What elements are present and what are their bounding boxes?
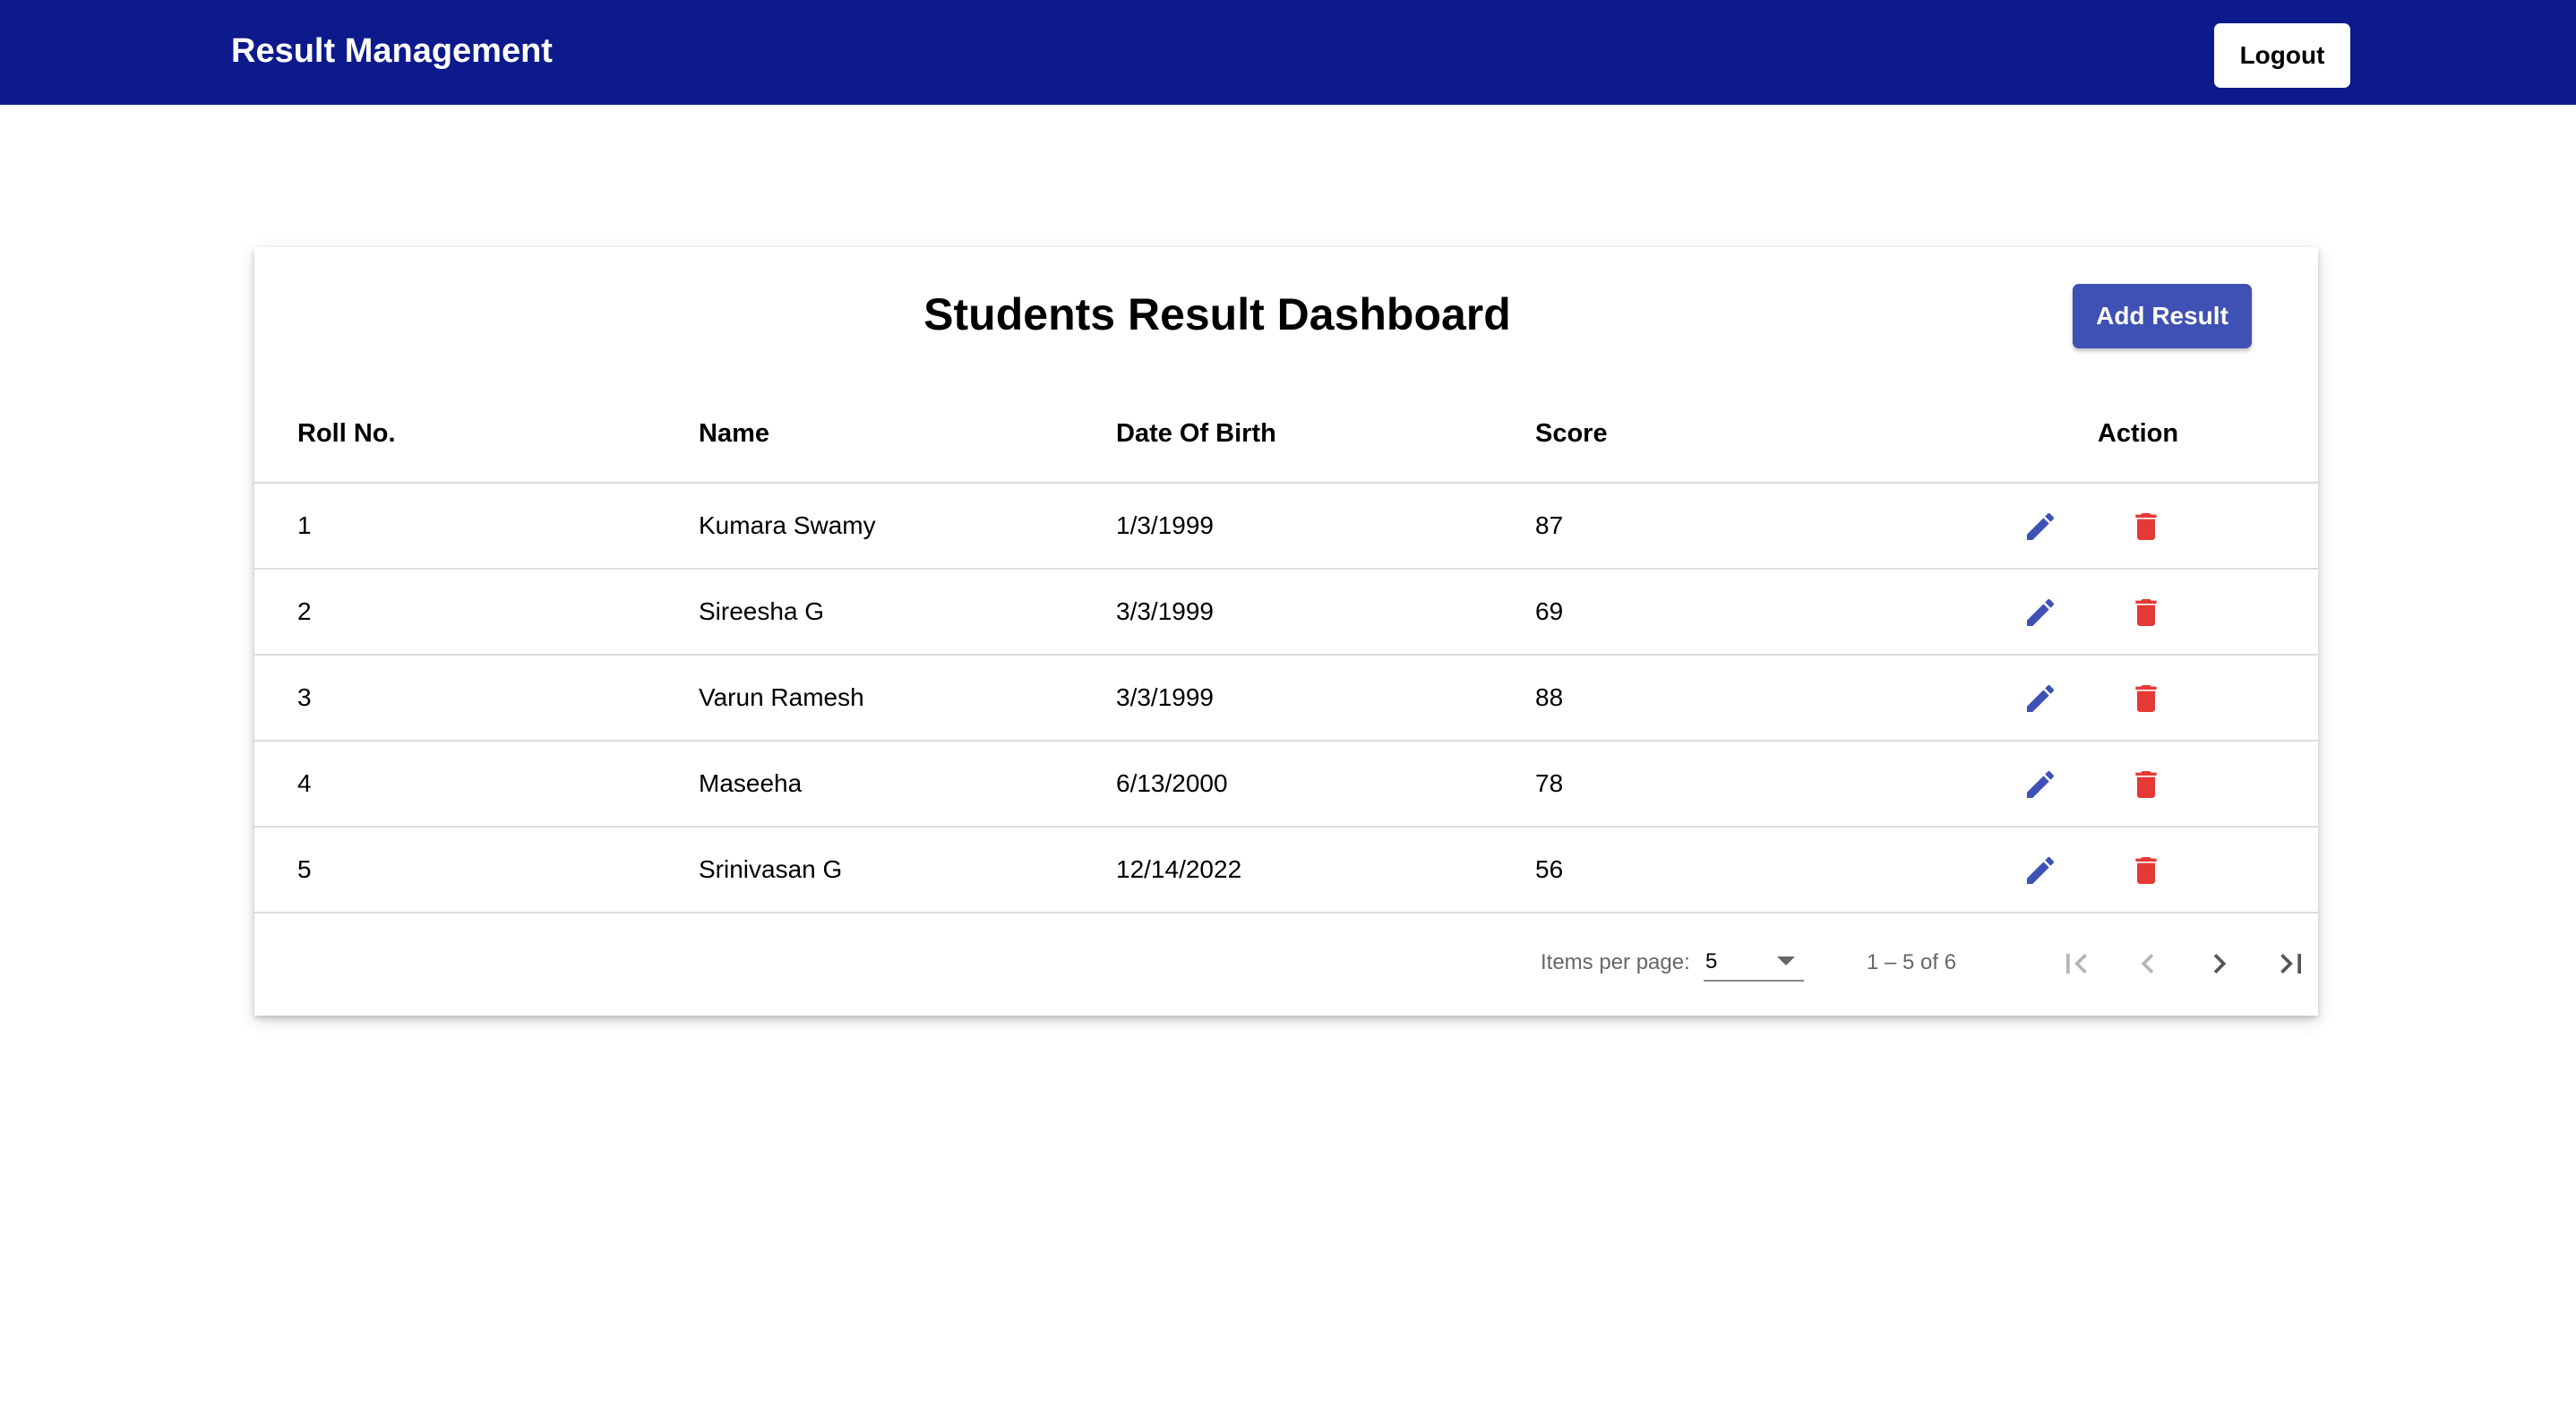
table-header-row: Roll No. Name Date Of Birth Score Action [254, 383, 2318, 484]
trash-icon [2135, 685, 2157, 712]
cell-roll: 4 [297, 769, 312, 797]
dropdown-arrow-icon [1777, 956, 1795, 965]
pencil-icon [2027, 684, 2055, 712]
trash-icon [2135, 857, 2157, 884]
delete-button[interactable] [2121, 502, 2171, 552]
edit-button[interactable] [2015, 759, 2065, 810]
logout-button[interactable]: Logout [2214, 23, 2350, 88]
page-title: Students Result Dashboard [923, 289, 1511, 339]
delete-button[interactable] [2121, 759, 2171, 810]
cell-name: Maseeha [699, 769, 803, 797]
top-app-bar: Result Management Logout [0, 0, 2576, 105]
table-row: 5 Srinivasan G 12/14/2022 56 [254, 828, 2318, 914]
previous-page-button[interactable] [2123, 939, 2173, 989]
table-row: 2 Sireesha G 3/3/1999 69 [254, 570, 2318, 656]
cell-roll: 3 [297, 683, 312, 711]
table-row: 3 Varun Ramesh 3/3/1999 88 [254, 656, 2318, 742]
pencil-icon [2027, 770, 2055, 798]
pencil-icon [2027, 512, 2055, 540]
delete-button[interactable] [2121, 673, 2171, 724]
cell-roll: 5 [297, 855, 312, 883]
items-per-page-select[interactable]: 5 [1704, 944, 1804, 982]
cell-roll: 2 [297, 597, 312, 625]
edit-button[interactable] [2015, 588, 2065, 638]
card-header: Students Result Dashboard Add Result [254, 247, 2318, 383]
items-per-page-label: Items per page: [1541, 950, 1690, 974]
cell-name: Kumara Swamy [699, 511, 876, 539]
chevron-right-icon [2213, 954, 2227, 974]
cell-dob: 6/13/2000 [1116, 769, 1228, 797]
column-header-name: Name [699, 419, 769, 448]
cell-dob: 12/14/2022 [1116, 855, 1242, 883]
cell-name: Srinivasan G [699, 855, 843, 883]
column-header-action: Action [2097, 419, 2179, 448]
column-header-score: Score [1535, 419, 1608, 448]
paginator: Items per page: 5 1 – 5 of 6 [254, 914, 2318, 1016]
results-table: Roll No. Name Date Of Birth Score Action… [254, 383, 2318, 914]
edit-button[interactable] [2015, 673, 2065, 724]
last-page-icon [2280, 954, 2301, 974]
first-page-icon [2066, 954, 2087, 974]
cell-dob: 1/3/1999 [1116, 511, 1214, 539]
table-row: 1 Kumara Swamy 1/3/1999 87 [254, 484, 2318, 570]
pencil-icon [2027, 856, 2055, 884]
edit-button[interactable] [2015, 502, 2065, 552]
cell-score: 56 [1535, 855, 1564, 883]
cell-dob: 3/3/1999 [1116, 683, 1214, 711]
edit-button[interactable] [2015, 845, 2065, 896]
delete-button[interactable] [2121, 588, 2171, 638]
column-header-roll: Roll No. [297, 419, 396, 448]
first-page-button[interactable] [2051, 939, 2101, 989]
column-header-dob: Date Of Birth [1116, 419, 1276, 448]
results-card: Students Result Dashboard Add Result Rol… [254, 247, 2318, 1016]
app-title: Result Management [231, 32, 553, 70]
last-page-button[interactable] [2266, 939, 2316, 989]
cell-score: 87 [1535, 511, 1564, 539]
chevron-left-icon [2141, 954, 2154, 974]
next-page-button[interactable] [2194, 939, 2245, 989]
delete-button[interactable] [2121, 845, 2171, 896]
items-per-page-value: 5 [1705, 949, 1718, 974]
trash-icon [2135, 513, 2157, 540]
page-range-label: 1 – 5 of 6 [1867, 950, 1957, 974]
trash-icon [2135, 771, 2157, 798]
table-row: 4 Maseeha 6/13/2000 78 [254, 742, 2318, 828]
cell-name: Sireesha G [699, 597, 825, 625]
add-result-button[interactable]: Add Result [2073, 284, 2252, 348]
pencil-icon [2027, 598, 2055, 626]
cell-score: 78 [1535, 769, 1564, 797]
cell-dob: 3/3/1999 [1116, 597, 1214, 625]
cell-score: 69 [1535, 597, 1564, 625]
trash-icon [2135, 599, 2157, 626]
cell-roll: 1 [297, 511, 312, 539]
cell-score: 88 [1535, 683, 1564, 711]
cell-name: Varun Ramesh [699, 683, 864, 711]
